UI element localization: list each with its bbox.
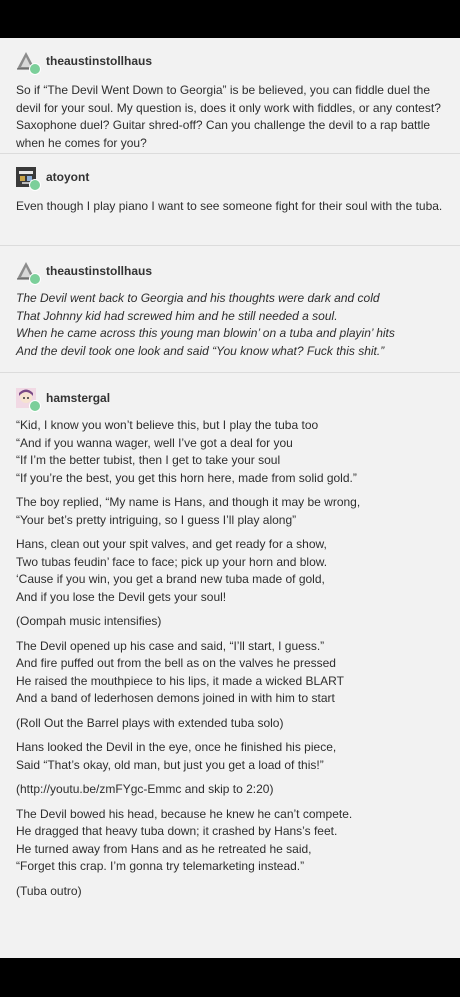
poem-stanza: Hans, clean out your spit valves, and ge… [16, 536, 444, 606]
stage-direction: (Roll Out the Barrel plays with extended… [16, 715, 444, 733]
post-atoyont: atoyont Even though I play piano I want … [0, 154, 460, 246]
poem-line: That Johnny kid had screwed him and he s… [16, 308, 338, 323]
poem-line: Said “That’s okay, old man, but just you… [16, 757, 324, 772]
post-header: theaustinstollhaus [16, 46, 444, 76]
poem-line: “Forget this crap. I’m gonna try telemar… [16, 859, 305, 873]
poem-line: He raised the mouthpiece to his lips, it… [16, 673, 344, 688]
poem-line: He dragged that heavy tuba down; it cras… [16, 824, 338, 838]
poem-line: Hans, clean out your spit valves, and ge… [16, 537, 327, 551]
poem-line: “If I’m the better tubist, then I get to… [16, 453, 281, 467]
poem-line: (http://youtu.be/zmFYgc-Emmc and skip to… [16, 782, 274, 796]
stage-direction: (http://youtu.be/zmFYgc-Emmc and skip to… [16, 781, 444, 799]
username[interactable]: hamstergal [46, 391, 110, 405]
poem-line: The boy replied, “My name is Hans, and t… [16, 495, 361, 509]
poem-stanza: The boy replied, “My name is Hans, and t… [16, 494, 444, 529]
poem-line: (Oompah music intensifies) [16, 614, 162, 628]
post-theaustinstollhaus-2: theaustinstollhaus The Devil went back t… [0, 246, 460, 373]
poem-line: ‘Cause if you win, you get a brand new t… [16, 572, 325, 586]
poem-line: The Devil went back to Georgia and his t… [16, 291, 380, 305]
poem-line: Hans looked the Devil in the eye, once h… [16, 740, 337, 754]
triangle-logo-icon[interactable] [16, 51, 41, 75]
poem-stanza: The Devil opened up his case and said, “… [16, 638, 444, 708]
post-header: hamstergal [16, 383, 444, 413]
poem-line: (Tuba outro) [16, 883, 82, 898]
poem-line: “If you’re the best, you get this horn h… [16, 470, 357, 485]
poem-stanza: The Devil went back to Georgia and his t… [16, 290, 444, 360]
post-text: So if “The Devil Went Down to Georgia” i… [16, 83, 441, 150]
poem-line: And the devil took one look and said “Yo… [16, 343, 385, 358]
poem-stanza: The Devil bowed his head, because he kne… [16, 806, 444, 876]
username[interactable]: theaustinstollhaus [46, 264, 152, 278]
stage-direction: (Tuba outro) [16, 883, 444, 901]
poem-stanza: “Kid, I know you won’t believe this, but… [16, 417, 444, 487]
post-text: Even though I play piano I want to see s… [16, 199, 443, 213]
poem-line: “Your bet’s pretty intriguing, so I gues… [16, 512, 297, 527]
username[interactable]: atoyont [46, 170, 89, 184]
poem-line: And if you lose the Devil gets your soul… [16, 589, 227, 604]
online-badge-icon [29, 63, 41, 75]
poem-line: (Roll Out the Barrel plays with extended… [16, 715, 284, 730]
poem-line: He turned away from Hans and as he retre… [16, 841, 312, 856]
post-header: atoyont [16, 162, 444, 192]
poem-line: And a band of lederhosen demons joined i… [16, 691, 335, 705]
username[interactable]: theaustinstollhaus [46, 54, 152, 68]
stage-direction: (Oompah music intensifies) [16, 613, 444, 631]
triangle-logo-icon[interactable] [16, 261, 41, 285]
tumblr-thread: theaustinstollhaus So if “The Devil Went… [0, 38, 460, 958]
post-theaustinstollhaus-1: theaustinstollhaus So if “The Devil Went… [0, 38, 460, 154]
poem-line: The Devil bowed his head, because he kne… [16, 806, 353, 821]
poem-line: “Kid, I know you won’t believe this, but… [16, 418, 319, 432]
online-badge-icon [29, 400, 41, 412]
poem-line: And fire puffed out from the bell as on … [16, 656, 336, 670]
anime-avatar-icon[interactable] [16, 388, 41, 412]
poem-line: The Devil opened up his case and said, “… [16, 638, 325, 653]
online-badge-icon [29, 179, 41, 191]
poem-line: Two tubas feudin’ face to face; pick up … [16, 554, 328, 569]
poem-line: “And if you wanna wager, well I’ve got a… [16, 435, 293, 450]
poem-stanza: Hans looked the Devil in the eye, once h… [16, 739, 444, 774]
post-header: theaustinstollhaus [16, 256, 444, 286]
pixel-avatar-icon[interactable] [16, 167, 41, 191]
post-hamstergal: hamstergal “Kid, I know you won’t believ… [0, 373, 460, 900]
online-badge-icon [29, 273, 41, 285]
poem-line: When he came across this young man blowi… [16, 326, 395, 340]
